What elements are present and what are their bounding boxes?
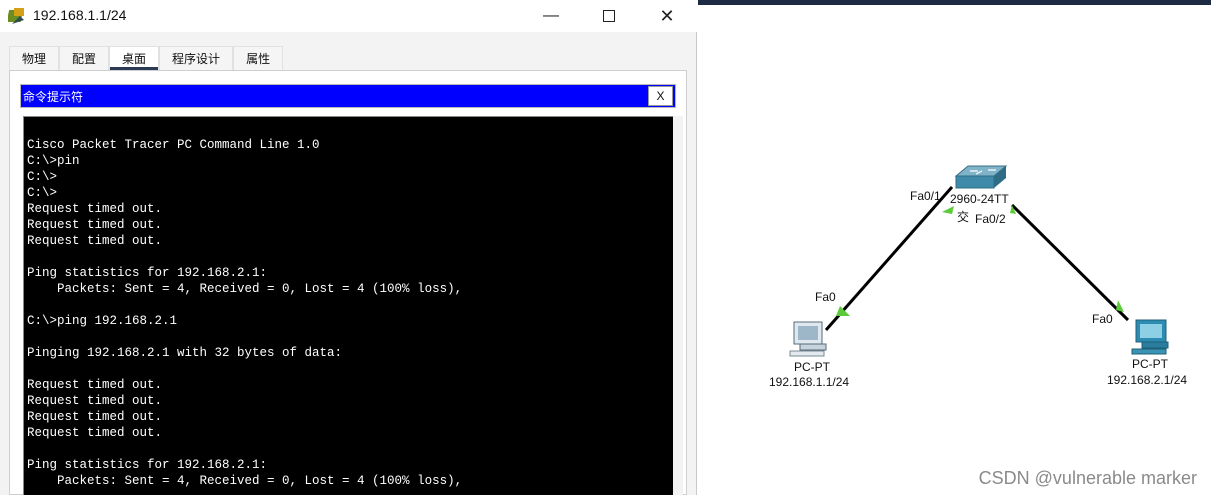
maximize-icon [603, 10, 615, 22]
tab-config[interactable]: 配置 [59, 46, 110, 70]
terminal-line: Ping statistics for 192.168.2.1: [27, 458, 268, 472]
pc1-icon[interactable] [789, 321, 827, 357]
terminal-scrollbar[interactable] [673, 116, 683, 495]
packet-tracer-icon [8, 8, 24, 24]
close-button[interactable]: ✕ [644, 0, 690, 32]
tab-desktop[interactable]: 桌面 [109, 46, 160, 70]
pc2-ip-label: 192.168.2.1/24 [1107, 373, 1188, 387]
port-indicator-switch-fa0-1 [942, 206, 954, 214]
port-indicator-pc2-fa0 [1116, 300, 1124, 312]
terminal-line: Request timed out. [27, 378, 163, 392]
command-prompt-close-button[interactable]: X [648, 86, 673, 106]
switch-model-label: 2960-24TT [950, 192, 1009, 206]
topology-canvas [789, 165, 1169, 357]
terminal-line: C:\>ping 192.168.2.1 [27, 314, 178, 328]
pc2-port-label: Fa0 [1092, 312, 1113, 326]
terminal-line: Request timed out. [27, 426, 163, 440]
tab-attributes[interactable]: 属性 [233, 46, 284, 70]
terminal-line: Request timed out. [27, 394, 163, 408]
switch-port-left-label: Fa0/1 [910, 189, 941, 203]
close-icon: ✕ [659, 5, 675, 26]
terminal-line: Ping statistics for 192.168.2.1: [27, 266, 268, 280]
watermark: CSDN @vulnerable marker [978, 468, 1197, 488]
topology-workspace[interactable]: Fa0/1 2960-24TT 交 Fa0/2 Fa0 PC-PT 192.16… [698, 0, 1211, 495]
terminal-line: C:\>pin [27, 154, 80, 168]
terminal-line: C:\> [27, 186, 58, 200]
maximize-button[interactable] [586, 0, 632, 32]
port-indicator-pc1-fa0 [836, 306, 850, 316]
link-pc1-switch [824, 186, 954, 331]
tab-bar: 物理 配置 桌面 程序设计 属性 [9, 46, 284, 70]
link-switch-pc2 [1010, 203, 1130, 322]
switch-icon[interactable] [954, 165, 1008, 189]
terminal-output: Cisco Packet Tracer PC Command Line 1.0 C… [27, 137, 462, 489]
minimize-icon: — [543, 7, 559, 24]
pc1-ip-label: 192.168.1.1/24 [769, 375, 850, 389]
pc2-type-label: PC-PT [1132, 357, 1168, 371]
title-bar[interactable]: 192.168.1.1/24 — ✕ [0, 0, 697, 32]
terminal-line: Request timed out. [27, 234, 163, 248]
command-prompt-header: 命令提示符 X [20, 84, 676, 108]
pc2-icon[interactable] [1131, 319, 1169, 355]
terminal-line: Request timed out. [27, 410, 163, 424]
tab-programming[interactable]: 程序设计 [159, 46, 234, 70]
tab-physical[interactable]: 物理 [9, 46, 60, 70]
terminal-line: C:\> [27, 170, 58, 184]
pc1-port-label: Fa0 [815, 290, 836, 304]
pc1-type-label: PC-PT [794, 360, 830, 374]
terminal-line: Request timed out. [27, 202, 163, 216]
terminal-line: Pinging 192.168.2.1 with 32 bytes of dat… [27, 346, 343, 360]
switch-port-right-label: Fa0/2 [975, 212, 1006, 226]
window-title: 192.168.1.1/24 [33, 7, 127, 23]
terminal-line: Request timed out. [27, 218, 163, 232]
terminal-line: Packets: Sent = 4, Received = 0, Lost = … [27, 474, 463, 488]
terminal-line: Packets: Sent = 4, Received = 0, Lost = … [27, 282, 463, 296]
terminal-line: Cisco Packet Tracer PC Command Line 1.0 [27, 138, 320, 152]
command-prompt-title: 命令提示符 [23, 90, 84, 104]
minimize-button[interactable]: — [528, 0, 574, 32]
terminal[interactable]: Cisco Packet Tracer PC Command Line 1.0 C… [23, 116, 673, 495]
switch-label-extra: 交 [957, 210, 970, 224]
pc-window: 192.168.1.1/24 — ✕ 物理 配置 桌面 程序设计 属性 命令提示… [0, 0, 697, 495]
